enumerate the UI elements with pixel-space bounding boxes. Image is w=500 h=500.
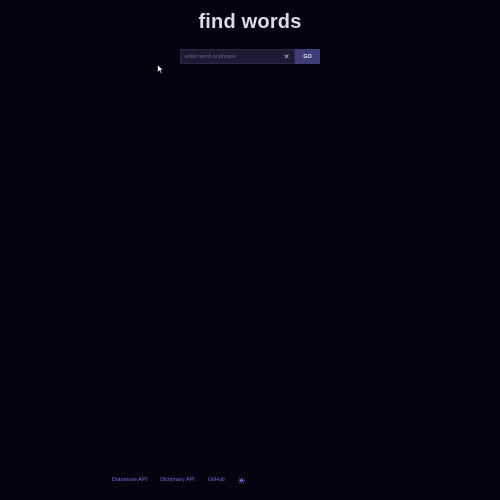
footer: Datamuse API Dictionary API GitHub bbox=[112, 476, 246, 484]
page-title: find words bbox=[198, 11, 302, 33]
page: find words ✕ GO Datamuse API Dictionary … bbox=[0, 0, 500, 500]
go-button[interactable]: GO bbox=[295, 49, 320, 64]
search-field: ✕ bbox=[180, 49, 295, 64]
footer-link-dictionary-api[interactable]: Dictionary API bbox=[160, 477, 195, 483]
footer-link-github[interactable]: GitHub bbox=[208, 477, 225, 483]
search-form: ✕ GO bbox=[180, 49, 320, 64]
mouse-pointer-icon bbox=[157, 64, 165, 75]
sun-icon bbox=[238, 476, 246, 484]
footer-link-datamuse-api[interactable]: Datamuse API bbox=[112, 477, 147, 483]
clear-button[interactable]: ✕ bbox=[282, 50, 291, 63]
theme-toggle-button[interactable] bbox=[238, 476, 246, 484]
search-input[interactable] bbox=[181, 50, 281, 63]
close-icon: ✕ bbox=[283, 53, 290, 61]
